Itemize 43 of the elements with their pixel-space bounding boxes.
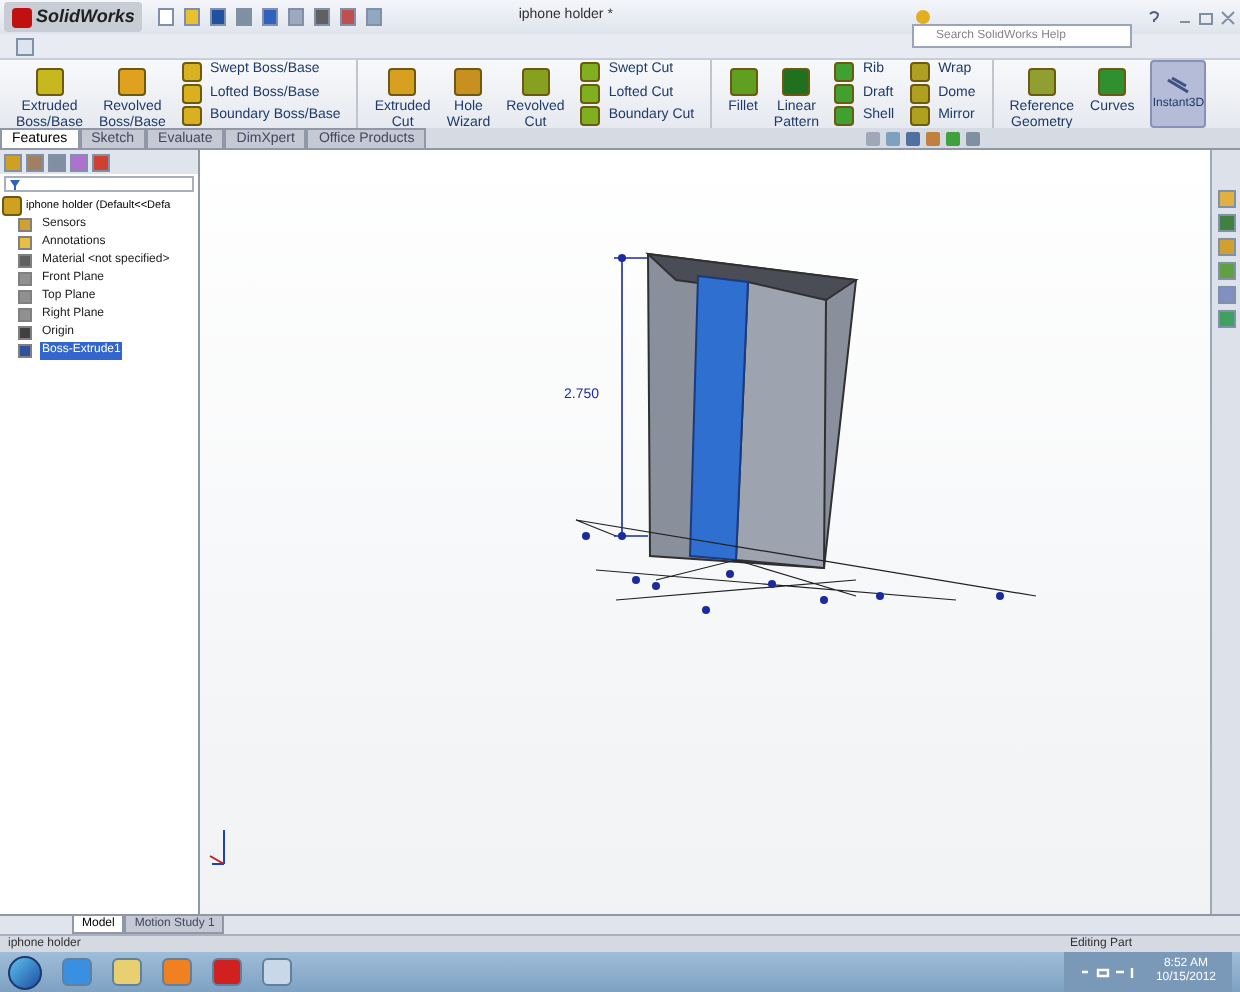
taskbar-app-icon[interactable] (62, 958, 92, 986)
start-button[interactable] (8, 955, 42, 989)
feature-icon (580, 83, 601, 104)
feature-icon (1027, 68, 1056, 96)
feature-icon (580, 106, 601, 127)
command-manager-icon[interactable] (16, 37, 34, 55)
feature-icon (910, 61, 931, 82)
feature-icon (1098, 68, 1127, 96)
feature-icon (118, 68, 147, 96)
axis-triad-icon (209, 829, 225, 865)
feature-icon (18, 344, 32, 358)
feature-icon (834, 106, 855, 127)
filter-field[interactable] (4, 176, 194, 192)
filter-icon (10, 179, 20, 189)
feature-icon (35, 68, 64, 96)
feature-icon (910, 83, 931, 104)
taskbar-app-icon[interactable] (212, 958, 242, 986)
question-icon[interactable] (1148, 9, 1160, 25)
feature-icon (729, 68, 758, 96)
feature-icon (782, 68, 811, 96)
material-icon (18, 254, 32, 268)
feature-icon (454, 68, 483, 96)
feature-icon (834, 61, 855, 82)
annotation-icon (18, 236, 32, 250)
feature-icon (181, 83, 202, 104)
feature-icon (181, 106, 202, 127)
sensor-icon (18, 218, 32, 232)
taskbar-app-icon[interactable] (112, 958, 142, 986)
help-icon (916, 9, 930, 23)
feature-icon (388, 68, 417, 96)
taskbar-app-icon[interactable] (262, 958, 292, 986)
wand-icon (1166, 75, 1191, 95)
taskbar-app-icon[interactable] (162, 958, 192, 986)
window-controls-icon[interactable] (1176, 9, 1236, 25)
logo-icon (12, 7, 32, 27)
origin-icon (18, 326, 32, 340)
feature-icon (181, 61, 202, 82)
feature-icon (580, 61, 601, 82)
part-icon (2, 196, 22, 216)
feature-icon (521, 68, 550, 96)
feature-icon (834, 83, 855, 104)
app-name: SolidWorks (36, 3, 135, 30)
feature-icon (910, 106, 931, 127)
